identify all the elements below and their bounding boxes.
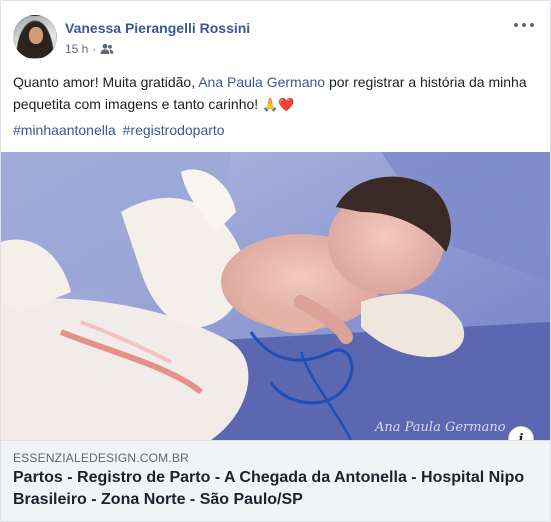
post-meta: 15 h · [65,42,114,56]
post-message: Quanto amor! Muita gratidão, Ana Paula G… [13,71,538,116]
mention-link[interactable]: Ana Paula Germano [198,74,325,90]
link-preview-footer[interactable]: ESSENZIALEDESIGN.COM.BR Partos - Registr… [1,440,550,521]
friends-icon[interactable] [100,43,114,55]
hashtag-link[interactable]: #registrodoparto [123,122,225,138]
more-options-icon[interactable] [514,19,534,31]
hashtags: #minhaantonella #registrodoparto [13,119,228,141]
meta-separator: · [92,42,97,56]
message-text-start: Quanto amor! Muita gratidão, [13,74,199,90]
author-avatar[interactable] [13,15,57,59]
hashtag-link[interactable]: #minhaantonella [13,122,116,138]
photo-watermark: Ana Paula Germano [375,420,506,435]
facebook-post: Vanessa Pierangelli Rossini 15 h · Quant… [0,0,551,522]
link-preview-image[interactable]: Ana Paula Germano [1,152,550,440]
link-title[interactable]: Partos - Registro de Parto - A Chegada d… [13,467,538,511]
post-timestamp[interactable]: 15 h [65,42,88,56]
author-name[interactable]: Vanessa Pierangelli Rossini [65,20,250,36]
post-header: Vanessa Pierangelli Rossini 15 h · [13,15,538,61]
link-domain: ESSENZIALEDESIGN.COM.BR [13,451,189,465]
message-emojis: 🙏❤️ [262,97,295,112]
